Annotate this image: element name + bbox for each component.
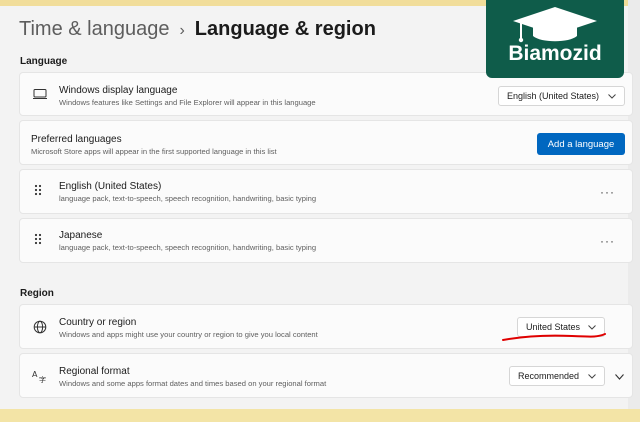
preferred-languages-description: Microsoft Store apps will appear in the …	[31, 147, 277, 156]
language-item-card[interactable]: English (United States) language pack, t…	[19, 169, 633, 214]
graduation-cap-icon	[513, 7, 597, 43]
country-or-region-description: Windows and apps might use your country …	[59, 330, 318, 339]
preferred-languages-card: Preferred languages Microsoft Store apps…	[19, 120, 633, 165]
regional-format-description: Windows and some apps format dates and t…	[59, 379, 327, 388]
watermark-logo: Biamozid	[486, 0, 624, 78]
drag-handle-icon[interactable]	[34, 183, 42, 201]
language-item-name: Japanese	[59, 230, 103, 241]
section-label-region: Region	[20, 288, 54, 299]
drag-handle-icon[interactable]	[34, 232, 42, 250]
breadcrumb-parent[interactable]: Time & language	[19, 18, 169, 40]
regional-format-card[interactable]: A字 Regional format Windows and some apps…	[19, 353, 633, 398]
display-language-value: English (United States)	[507, 91, 600, 101]
display-language-description: Windows features like Settings and File …	[59, 98, 316, 107]
language-item-features: language pack, text-to-speech, speech re…	[59, 243, 317, 252]
preferred-languages-title: Preferred languages	[31, 134, 122, 145]
add-a-language-button[interactable]: Add a language	[537, 133, 625, 155]
expand-chevron-icon[interactable]	[615, 367, 624, 385]
more-options-icon[interactable]: ···	[600, 185, 615, 199]
display-language-title: Windows display language	[59, 85, 178, 96]
windows-display-language-card: Windows display language Windows feature…	[19, 72, 633, 116]
language-item-features: language pack, text-to-speech, speech re…	[59, 194, 317, 203]
annotation-underline	[502, 333, 606, 341]
section-label-language: Language	[20, 56, 68, 67]
globe-icon	[32, 319, 48, 335]
language-item-card[interactable]: Japanese language pack, text-to-speech, …	[19, 218, 633, 263]
display-language-dropdown[interactable]: English (United States)	[498, 86, 625, 106]
language-item-name: English (United States)	[59, 181, 162, 192]
chevron-down-icon	[608, 91, 616, 101]
monitor-icon	[32, 86, 48, 102]
svg-text:A: A	[32, 370, 38, 379]
country-or-region-title: Country or region	[59, 317, 137, 328]
svg-text:字: 字	[39, 375, 46, 383]
chevron-down-icon	[588, 371, 596, 381]
regional-format-dropdown[interactable]: Recommended	[509, 366, 605, 386]
regional-format-title: Regional format	[59, 366, 130, 377]
regional-format-icon: A字	[32, 368, 48, 384]
regional-format-value: Recommended	[518, 371, 580, 381]
breadcrumb-separator: ›	[179, 22, 185, 39]
breadcrumb: Time & language › Language & region	[19, 18, 376, 41]
more-options-icon[interactable]: ···	[600, 234, 615, 248]
page-title: Language & region	[194, 18, 376, 40]
watermark-text: Biamozid	[508, 42, 602, 65]
bottom-edge	[0, 409, 640, 422]
